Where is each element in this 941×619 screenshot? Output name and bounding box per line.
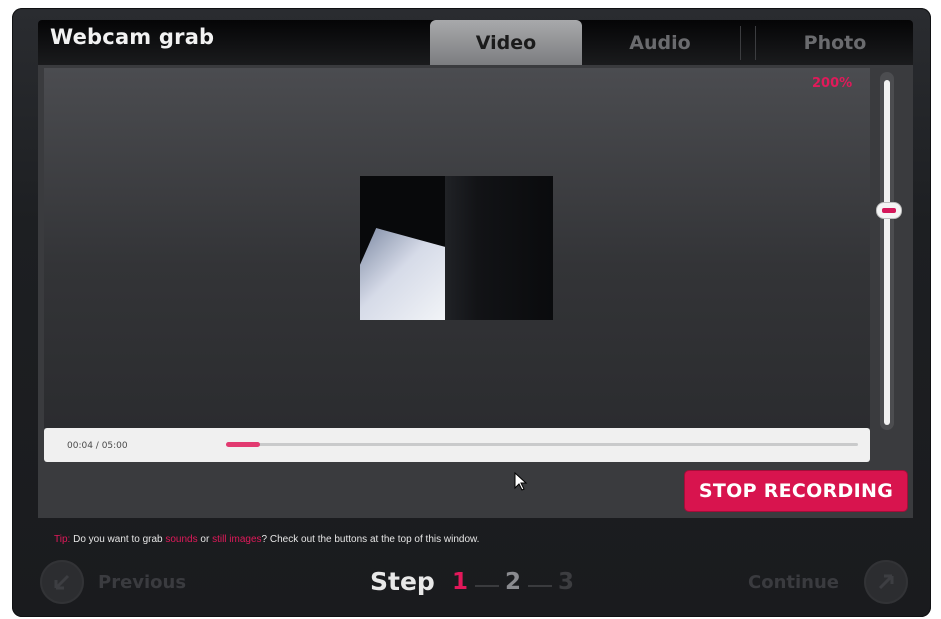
tip-prefix: Tip: xyxy=(54,534,71,545)
app-title: Webcam grab xyxy=(50,25,215,49)
window-light xyxy=(360,228,450,320)
timeline-progress xyxy=(226,442,260,447)
tip-text-part: Do you want to grab xyxy=(70,534,166,545)
tab-divider xyxy=(755,26,756,60)
step-label: Step xyxy=(370,567,435,596)
continue-label: Continue xyxy=(748,572,840,593)
wall-shadow xyxy=(445,176,553,320)
tip-text: Tip: Do you want to grab sounds or still… xyxy=(54,534,479,545)
tip-link-sounds[interactable]: sounds xyxy=(165,534,197,545)
continue-circle xyxy=(864,560,908,604)
mouse-pointer-icon xyxy=(514,472,528,491)
zoom-slider-thumb[interactable] xyxy=(876,202,902,219)
step-3: 3 xyxy=(558,569,575,595)
tip-text-part: ? Check out the buttons at the top of th… xyxy=(261,534,480,545)
zoom-slider-rail xyxy=(884,80,890,425)
previous-circle xyxy=(40,560,84,604)
arrow-right-icon xyxy=(878,574,894,590)
tab-video[interactable]: Video xyxy=(430,20,582,66)
timeline-scrubber[interactable] xyxy=(226,443,858,446)
step-2: 2 xyxy=(505,569,522,595)
tab-photo[interactable]: Photo xyxy=(760,20,910,66)
step-connector xyxy=(475,585,499,587)
webcam-preview xyxy=(360,176,553,320)
tip-link-still-images[interactable]: still images xyxy=(212,534,261,545)
continue-button[interactable]: Continue xyxy=(748,560,918,606)
tab-audio[interactable]: Audio xyxy=(585,20,735,66)
zoom-readout: 200% xyxy=(812,76,853,91)
previous-button[interactable]: Previous xyxy=(40,560,210,606)
arrow-left-icon xyxy=(54,574,70,590)
tip-text-part: or xyxy=(197,534,213,545)
step-1: 1 xyxy=(452,569,469,595)
tab-divider xyxy=(740,26,741,60)
previous-label: Previous xyxy=(98,572,187,593)
time-display: 00:04 / 05:00 xyxy=(67,441,128,451)
stop-recording-button[interactable]: STOP RECORDING xyxy=(685,471,907,511)
step-connector xyxy=(528,585,552,587)
